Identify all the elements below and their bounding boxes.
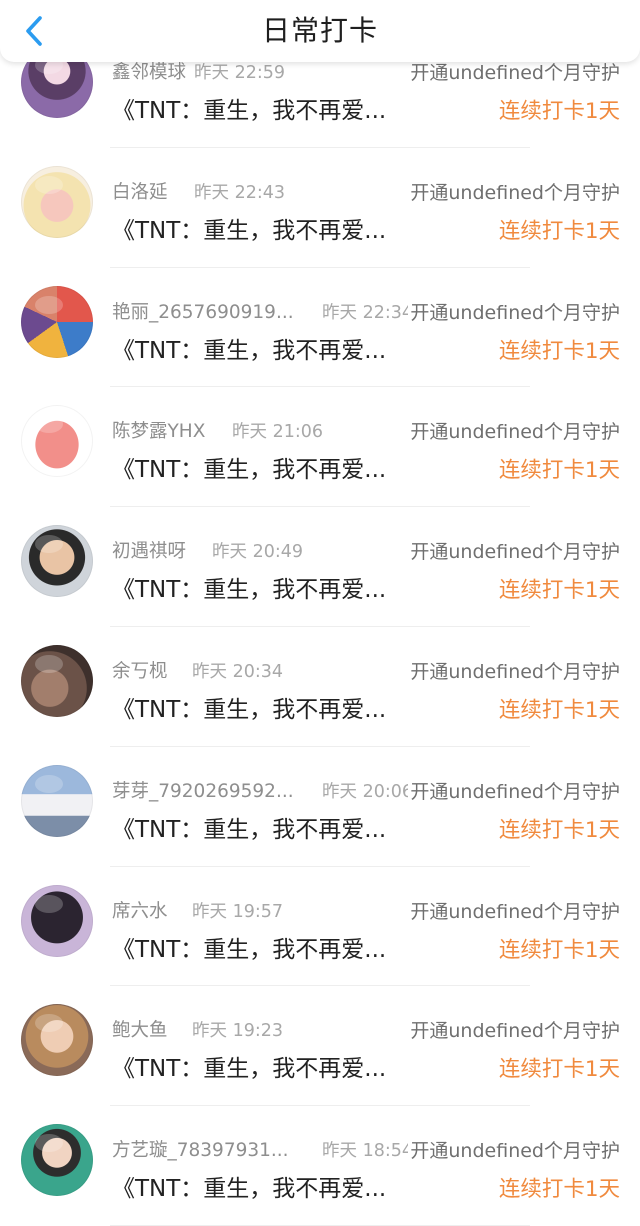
avatar[interactable] bbox=[21, 405, 93, 478]
list-item[interactable]: 席六水 昨天 19:57 开通undefined个月守护 《TNT：重生，我不再… bbox=[0, 867, 640, 987]
user-name[interactable]: 方艺璇_78397931... bbox=[112, 1139, 297, 1163]
post-content[interactable]: 《TNT：重生，我不再爱... bbox=[112, 454, 394, 486]
streak-badge: 连续打卡1天 bbox=[498, 218, 620, 244]
post-time: 昨天 21:06 bbox=[232, 422, 323, 443]
post-content[interactable]: 《TNT：重生，我不再爱... bbox=[112, 694, 394, 726]
streak-badge: 连续打卡1天 bbox=[498, 99, 620, 124]
post-content[interactable]: 《TNT：重生，我不再爱... bbox=[112, 95, 394, 127]
avatar[interactable] bbox=[21, 525, 93, 598]
post-time: 昨天 20:34 bbox=[192, 661, 283, 682]
post-time: 昨天 22:59 bbox=[194, 63, 285, 83]
avatar[interactable] bbox=[21, 644, 93, 717]
streak-badge: 连续打卡1天 bbox=[498, 937, 620, 963]
avatar[interactable] bbox=[21, 884, 93, 957]
list-item[interactable]: 方艺璇_78397931... 昨天 18:54 开通undefined个月守护… bbox=[0, 1106, 640, 1226]
page-title: 日常打卡 bbox=[261, 14, 378, 47]
post-time: 昨天 22:43 bbox=[194, 182, 285, 203]
avatar[interactable] bbox=[21, 1004, 93, 1077]
post-content[interactable]: 《TNT：重生，我不再爱... bbox=[112, 215, 394, 247]
post-time: 昨天 18:54 bbox=[322, 1141, 413, 1162]
guard-info: 开通undefined个月守护 bbox=[408, 1139, 620, 1164]
list-item[interactable]: 余丂枧 昨天 20:34 开通undefined个月守护 《TNT：重生，我不再… bbox=[0, 627, 640, 747]
post-time: 昨天 20:49 bbox=[212, 542, 303, 563]
list-item[interactable]: 白洛延 昨天 22:43 开通undefined个月守护 《TNT：重生，我不再… bbox=[0, 148, 640, 268]
streak-badge: 连续打卡1天 bbox=[498, 458, 620, 484]
post-content[interactable]: 《TNT：重生，我不再爱... bbox=[112, 335, 394, 367]
post-content[interactable]: 《TNT：重生，我不再爱... bbox=[112, 574, 394, 606]
post-time: 昨天 19:57 bbox=[192, 901, 283, 922]
post-content[interactable]: 《TNT：重生，我不再爱... bbox=[112, 1173, 394, 1205]
streak-badge: 连续打卡1天 bbox=[498, 1057, 620, 1083]
checkin-list: 鑫邻模球 昨天 22:59 开通undefined个月守护 《TNT：重生，我不… bbox=[0, 28, 640, 1226]
guard-info: 开通undefined个月守护 bbox=[408, 300, 620, 325]
post-content[interactable]: 《TNT：重生，我不再爱... bbox=[112, 814, 394, 846]
list-item[interactable]: 初遇祺呀 昨天 20:49 开通undefined个月守护 《TNT：重生，我不… bbox=[0, 507, 640, 627]
post-content[interactable]: 《TNT：重生，我不再爱... bbox=[112, 934, 394, 966]
guard-info: 开通undefined个月守护 bbox=[408, 659, 620, 684]
list-item[interactable]: 艳丽_2657690919... 昨天 22:34 开通undefined个月守… bbox=[0, 268, 640, 388]
list-item[interactable]: 鲍大鱼 昨天 19:23 开通undefined个月守护 《TNT：重生，我不再… bbox=[0, 986, 640, 1106]
post-time: 昨天 19:23 bbox=[192, 1021, 283, 1042]
user-name[interactable]: 芽芽_7920269592... bbox=[112, 780, 297, 804]
streak-badge: 连续打卡1天 bbox=[498, 1177, 620, 1203]
guard-info: 开通undefined个月守护 bbox=[408, 540, 620, 565]
post-time: 昨天 22:34 bbox=[322, 302, 413, 323]
app-header: 日常打卡 bbox=[0, 0, 640, 62]
guard-info: 开通undefined个月守护 bbox=[408, 180, 620, 205]
guard-info: 开通undefined个月守护 bbox=[408, 779, 620, 804]
avatar[interactable] bbox=[21, 165, 93, 238]
post-content[interactable]: 《TNT：重生，我不再爱... bbox=[112, 1053, 394, 1085]
avatar[interactable] bbox=[21, 1124, 93, 1197]
list-item[interactable]: 芽芽_7920269592... 昨天 20:06 开通undefined个月守… bbox=[0, 747, 640, 867]
streak-badge: 连续打卡1天 bbox=[498, 817, 620, 843]
guard-info: 开通undefined个月守护 bbox=[408, 899, 620, 924]
avatar[interactable] bbox=[21, 764, 93, 837]
user-name[interactable]: 艳丽_2657690919... bbox=[112, 301, 297, 325]
post-time: 昨天 20:06 bbox=[322, 781, 413, 802]
streak-badge: 连续打卡1天 bbox=[498, 338, 620, 364]
guard-info: 开通undefined个月守护 bbox=[408, 420, 620, 445]
list-item[interactable]: 陈梦露YHX 昨天 21:06 开通undefined个月守护 《TNT：重生，… bbox=[0, 387, 640, 507]
streak-badge: 连续打卡1天 bbox=[498, 697, 620, 723]
streak-badge: 连续打卡1天 bbox=[498, 578, 620, 604]
guard-info: 开通undefined个月守护 bbox=[408, 61, 620, 85]
guard-info: 开通undefined个月守护 bbox=[408, 1019, 620, 1044]
avatar[interactable] bbox=[21, 285, 93, 358]
